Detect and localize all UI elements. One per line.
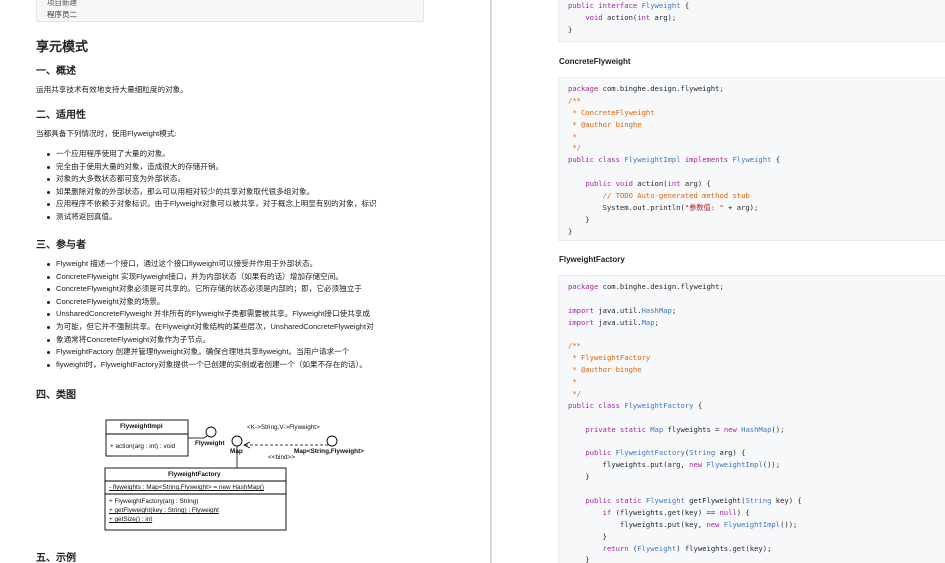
code-line: public class FlyweightImpl implements Fl… bbox=[568, 155, 781, 165]
code-line: public class FlyweightFactory { bbox=[568, 400, 703, 410]
uml-factory-method: + getFlyweight(key : String) : Flyweight bbox=[109, 507, 219, 514]
code-line: flyweights.put(arg, new FlyweightImpl())… bbox=[568, 460, 781, 470]
code-title-concrete: ConcreteFlyweight bbox=[559, 57, 631, 66]
code-line: */ bbox=[568, 143, 581, 153]
code-title-factory: FlyweightFactory bbox=[559, 255, 625, 264]
code-line: * bbox=[568, 131, 577, 141]
code-line: * @author binghe bbox=[568, 119, 642, 129]
list-item-continuation: ConcreteFlyweight对象必须是可共享的。它所存储的状态必须是内部的… bbox=[44, 283, 374, 296]
code-line: public interface Flyweight { bbox=[568, 1, 690, 10]
list-item: ConcreteFlyweight 实现Flyweight接口，并为内部状态（如… bbox=[44, 271, 374, 284]
uml-factory-method: + getSize() : int bbox=[109, 516, 153, 523]
participants-list: Flyweight 描述一个接口，通过这个接口flyweight可以接受并作用于… bbox=[44, 258, 374, 371]
code-line: package com.binghe.design.flyweight; bbox=[568, 282, 724, 291]
code-line: /** bbox=[568, 341, 581, 351]
list-item: 对象的大多数状态都可变为外部状态。 bbox=[44, 173, 377, 186]
heading-participants: 三、参与者 bbox=[36, 240, 86, 251]
info-line-2: 程序员二 bbox=[47, 10, 77, 19]
code-line: System.out.println("参数值: " + arg); bbox=[568, 202, 759, 212]
list-item-continuation: flyweight时，FlyweightFactory对象提供一个已创建的实例或… bbox=[44, 359, 374, 372]
list-item: 一个应用程序使用了大量的对象。 bbox=[44, 148, 377, 161]
code-line: * @author binghe bbox=[568, 365, 642, 375]
class-diagram: FlyweightImpl + action(arg : int) : void… bbox=[100, 412, 380, 537]
applicability-intro: 当都具备下列情况时，使用Flyweight模式: bbox=[36, 129, 177, 138]
uml-impl-title: FlyweightImpl bbox=[120, 423, 163, 430]
uml-factory-title: FlyweightFactory bbox=[168, 471, 221, 478]
document-page-right: public interface Flyweight { void action… bbox=[492, 0, 945, 563]
list-item-continuation: ConcreteFlyweight对象的场景。 bbox=[44, 296, 374, 309]
applicability-list: 一个应用程序使用了大量的对象。 完全由于使用大量的对象，造成很大的存储开销。 对… bbox=[44, 148, 377, 224]
heading-diagram: 四、类图 bbox=[36, 390, 76, 401]
uml-bind-label: <<bind>> bbox=[268, 454, 296, 461]
code-block-concrete-flyweight: package com.binghe.design.flyweight;/** … bbox=[558, 77, 945, 241]
code-line: } bbox=[568, 226, 573, 236]
code-line: /** bbox=[568, 95, 581, 105]
info-box: 项目新建 程序员二 bbox=[36, 0, 424, 22]
code-line: import java.util.HashMap; bbox=[568, 305, 677, 315]
code-line: * FlyweightFactory bbox=[568, 353, 651, 363]
code-line: } bbox=[568, 24, 573, 34]
code-line: */ bbox=[568, 389, 581, 399]
code-line: * bbox=[568, 377, 577, 387]
uml-impl-method: + action(arg : int) : void bbox=[110, 443, 176, 450]
heading-overview: 一、概述 bbox=[36, 66, 76, 77]
list-item: 完全由于使用大量的对象，造成很大的存储开销。 bbox=[44, 161, 377, 174]
uml-flyweight-label: Flyweight bbox=[195, 440, 225, 447]
page-title: 享元模式 bbox=[36, 39, 89, 54]
code-line: private static Map flyweights = new Hash… bbox=[585, 424, 785, 434]
list-item: 应用程序不依赖于对象标识。由于Flyweight对象可以被共享，对于概念上明显有… bbox=[44, 198, 377, 211]
code-line: } bbox=[568, 555, 590, 563]
code-line: import java.util.Map; bbox=[568, 317, 659, 327]
code-line: } bbox=[568, 472, 590, 482]
code-block-flyweight-interface: public interface Flyweight { void action… bbox=[558, 0, 945, 42]
list-item: UnsharedConcreteFlyweight 并非所有的Flyweight… bbox=[44, 308, 374, 321]
code-line: package com.binghe.design.flyweight; bbox=[568, 84, 724, 93]
list-item-continuation: 象通常将ConcreteFlyweight对象作为子节点。 bbox=[44, 334, 374, 347]
code-line: void action(int arg); bbox=[585, 12, 677, 22]
overview-text: 运用共享技术有效地支持大量细粒度的对象。 bbox=[36, 85, 188, 94]
uml-map-string-label: Map<String,Flyweight> bbox=[294, 448, 364, 455]
code-line: public void action(int arg) { bbox=[585, 179, 711, 189]
document-page-left: 项目新建 程序员二 享元模式 一、概述 运用共享技术有效地支持大量细粒度的对象。… bbox=[0, 0, 491, 563]
code-line: return (Flyweight) flyweights.get(key); bbox=[602, 543, 772, 553]
code-line: public static Flyweight getFlyweight(Str… bbox=[585, 496, 802, 506]
code-line: } bbox=[568, 214, 590, 224]
code-line: flyweights.put(key, new FlyweightImpl())… bbox=[568, 519, 798, 529]
code-line: // TODO Auto-generated method stub bbox=[568, 191, 750, 201]
code-block-flyweight-factory: package com.binghe.design.flyweight; imp… bbox=[558, 275, 945, 563]
heading-example: 五、示例 bbox=[36, 553, 76, 563]
uml-generic-label: <K->String,V->Flyweight> bbox=[247, 424, 320, 431]
heading-applicability: 二、适用性 bbox=[36, 110, 86, 121]
code-line: } bbox=[568, 531, 607, 541]
code-line: public FlyweightFactory(String arg) { bbox=[585, 448, 746, 458]
code-line: * ConcreteFlyweight bbox=[568, 107, 655, 117]
code-line: if (flyweights.get(key) == null) { bbox=[602, 507, 750, 517]
list-item-continuation: 测试将返回真值。 bbox=[44, 211, 377, 224]
list-item: FlyweightFactory 创建并管理flyweight对象。确保合理地共… bbox=[44, 346, 374, 359]
uml-map-label: Map bbox=[230, 448, 243, 455]
list-item: 如果删除对象的外部状态，那么可以用相对较少的共享对象取代很多组对象。 bbox=[44, 186, 377, 199]
uml-factory-field: - flyweights : Map<String,Flyweight> = n… bbox=[109, 484, 265, 491]
list-item: Flyweight 描述一个接口，通过这个接口flyweight可以接受并作用于… bbox=[44, 258, 374, 271]
info-line-1: 项目新建 bbox=[47, 0, 77, 7]
uml-factory-method: + FlyweightFactory(arg : String) bbox=[109, 498, 199, 505]
list-item-continuation: 为可能，但它并不强制共享。在Flyweight对象结构的某些层次，Unshare… bbox=[44, 321, 374, 334]
